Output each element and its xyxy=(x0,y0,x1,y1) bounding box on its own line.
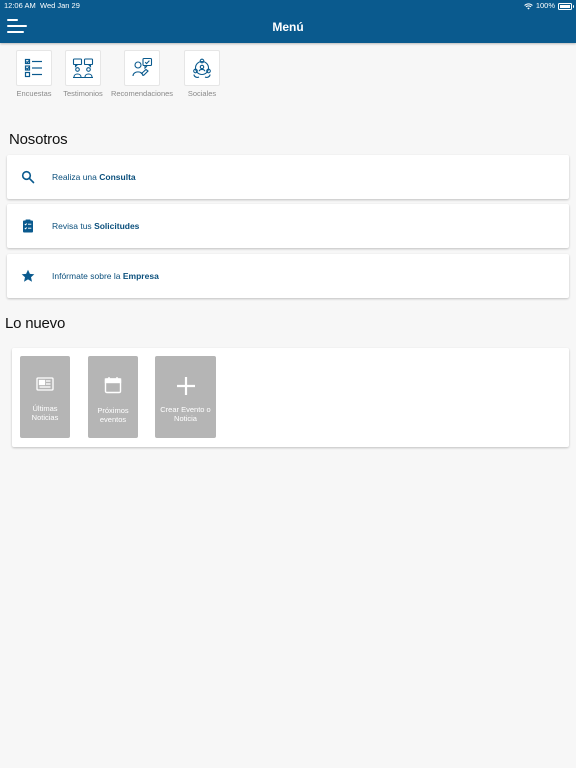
row-realiza-consulta[interactable]: Realiza una Consulta xyxy=(7,155,569,199)
tile-crear-evento-noticia[interactable]: Crear Evento o Noticia xyxy=(155,356,216,438)
row-label: Revisa tus Solicitudes xyxy=(52,204,139,248)
tile-label-line: Crear Evento o xyxy=(160,405,211,414)
battery-icon xyxy=(558,2,574,10)
tile-icon-wrap xyxy=(155,376,216,396)
page-title: Menú xyxy=(272,20,304,34)
row-informate-empresa[interactable]: Infórmate sobre la Empresa xyxy=(7,254,569,298)
tile-label: Últimas Noticias xyxy=(23,404,67,422)
newspaper-icon xyxy=(36,377,54,391)
social-network-icon xyxy=(193,58,211,78)
tile-label-line: Próximos xyxy=(97,406,129,415)
people-chat-icon xyxy=(72,58,94,79)
clipboard-list-icon xyxy=(23,219,33,233)
tile-label: Próximos eventos xyxy=(91,406,135,424)
checklist-icon xyxy=(24,58,42,78)
calendar-icon xyxy=(104,377,122,394)
row-label: Infórmate sobre la Empresa xyxy=(52,254,159,298)
status-bar: 12:06 AM Wed Jan 29 100% xyxy=(0,0,576,12)
quick-icon-box xyxy=(124,50,160,86)
row-label-bold: Solicitudes xyxy=(94,221,140,231)
battery-percent: 100% xyxy=(535,1,555,10)
lo-nuevo-card: Últimas Noticias Próximos eventos Crear xyxy=(12,348,569,447)
tile-proximos-eventos[interactable]: Próximos eventos xyxy=(88,356,138,438)
tile-ultimas-noticias[interactable]: Últimas Noticias xyxy=(20,356,70,438)
section-title-nosotros: Nosotros xyxy=(9,131,68,148)
row-label-prefix: Realiza una xyxy=(52,172,97,182)
search-icon xyxy=(21,170,35,184)
plus-icon xyxy=(176,377,195,395)
tile-icon-wrap xyxy=(20,376,70,396)
status-indicators: 100% xyxy=(524,0,574,12)
tile-label-line: Últimas xyxy=(32,404,58,413)
section-title-lo-nuevo: Lo nuevo xyxy=(5,315,66,332)
tile-label-line: Noticias xyxy=(31,413,59,422)
tile-label: Crear Evento o Noticia xyxy=(158,405,213,423)
row-label: Realiza una Consulta xyxy=(52,155,136,199)
tile-label-line: eventos xyxy=(99,415,127,424)
recommendation-icon xyxy=(132,57,153,77)
quick-link-label: Sociales xyxy=(187,89,217,98)
row-label-prefix: Infórmate sobre la xyxy=(52,271,121,281)
wifi-icon xyxy=(524,2,533,9)
star-icon xyxy=(21,269,35,282)
status-time: 12:06 AM xyxy=(4,1,36,10)
tile-label-line: Noticia xyxy=(174,414,197,423)
quick-icon-box xyxy=(184,50,220,86)
tile-icon-wrap xyxy=(88,376,138,396)
quick-icon-box xyxy=(16,50,52,86)
app-header: 12:06 AM Wed Jan 29 100% Menú xyxy=(0,0,576,43)
row-label-prefix: Revisa tus xyxy=(52,221,92,231)
row-label-bold: Empresa xyxy=(122,271,159,281)
quick-link-sociales[interactable]: Sociales xyxy=(167,50,237,98)
status-date: Wed Jan 29 xyxy=(40,1,80,10)
row-revisa-solicitudes[interactable]: Revisa tus Solicitudes xyxy=(7,204,569,248)
row-label-bold: Consulta xyxy=(99,172,136,182)
quick-icon-box xyxy=(65,50,101,86)
